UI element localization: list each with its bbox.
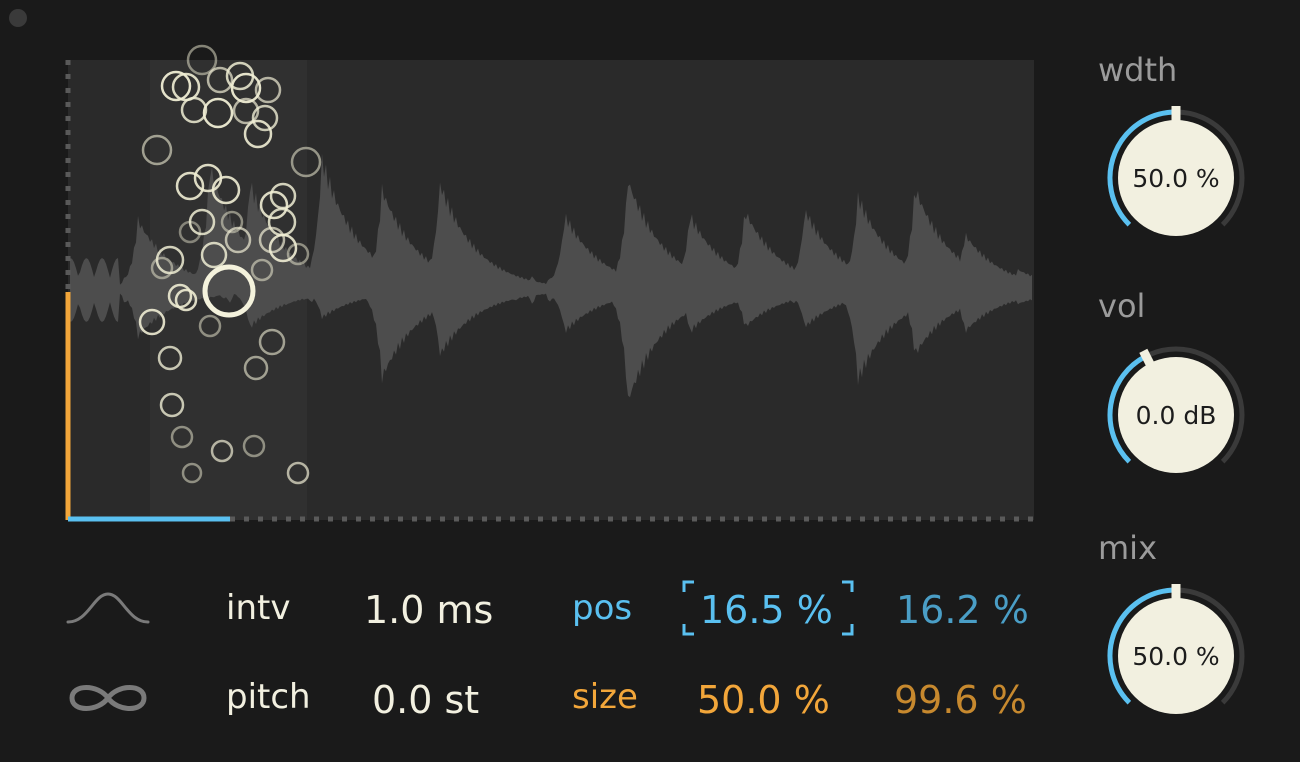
infinity-icon[interactable] [66, 676, 150, 720]
vol-label: vol [1098, 287, 1146, 325]
bell-curve-icon[interactable] [66, 588, 150, 628]
wdth-knob[interactable]: 50.0 % [1101, 103, 1251, 253]
intv-value[interactable]: 1.0 ms [364, 588, 493, 632]
mix-value: 50.0 % [1132, 641, 1220, 671]
vol-value: 0.0 dB [1135, 400, 1217, 430]
pitch-label: pitch [226, 677, 311, 717]
wdth-value: 50.0 % [1132, 163, 1220, 193]
pitch-value[interactable]: 0.0 st [372, 678, 479, 722]
mix-knob[interactable]: 50.0 % [1101, 581, 1251, 731]
mix-label: mix [1098, 529, 1157, 567]
intv-label: intv [226, 588, 291, 628]
size-spread-value[interactable]: 99.6 % [894, 678, 1027, 722]
size-value[interactable]: 50.0 % [697, 678, 830, 722]
vol-knob[interactable]: 0.0 dB [1101, 340, 1251, 490]
selection-brackets [682, 580, 854, 636]
size-label: size [572, 677, 638, 717]
wdth-label: wdth [1098, 51, 1178, 89]
pos-spread-value[interactable]: 16.2 % [896, 588, 1029, 632]
pos-label: pos [572, 588, 633, 628]
